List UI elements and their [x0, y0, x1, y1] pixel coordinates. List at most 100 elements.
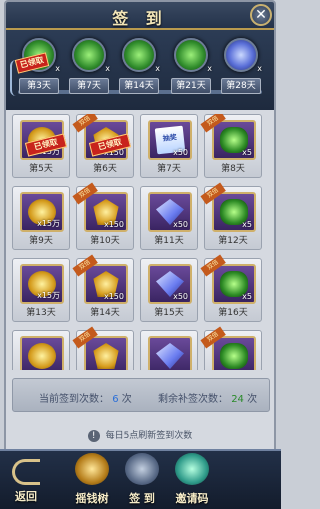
sign-in-icon: [125, 453, 159, 485]
reward-cell[interactable]: x50 第11天: [140, 186, 198, 250]
gold-coins-icon: [28, 343, 56, 369]
reward-slot: x150: [84, 264, 128, 304]
reward-slot: 抽奖 x50: [148, 120, 192, 160]
reward-cell[interactable]: 双倍: [72, 326, 134, 370]
reward-day: 第15天: [154, 308, 184, 318]
reward-day: 第7天: [157, 164, 181, 174]
tab-invite-code[interactable]: 邀请码: [162, 453, 222, 509]
milestone-count: x: [55, 64, 60, 73]
reward-qty: x50: [173, 220, 188, 229]
reward-slot: x5: [212, 264, 256, 304]
reward-cell[interactable]: x5 双倍 第12天: [200, 182, 262, 250]
current-count-value: 6: [112, 394, 119, 405]
reward-slot: x15万: [20, 192, 64, 232]
reward-cell[interactable]: x5 双倍 第16天: [200, 254, 262, 322]
back-button[interactable]: 返回: [4, 455, 48, 507]
milestone-gem-icon: [174, 38, 208, 72]
reward-qty: x15万: [37, 219, 60, 228]
milestone-day: 第3天: [19, 78, 59, 94]
reward-day: 第8天: [221, 164, 245, 174]
reward-cell[interactable]: x5 双倍 第8天: [200, 114, 262, 178]
milestone-count: x: [257, 64, 262, 73]
reward-slot: x50: [148, 264, 192, 304]
refresh-tip-text: 每日5点刷新签到次数: [105, 431, 193, 441]
reward-qty: x150: [103, 220, 124, 229]
milestone-day: 第28天: [221, 78, 261, 94]
panel-title: 签 到: [112, 9, 168, 28]
refresh-tip: ! 每日5点刷新签到次数: [6, 428, 274, 442]
invite-code-icon: [175, 453, 209, 485]
reward-slot: [20, 336, 64, 370]
milestone-count: x: [207, 64, 212, 73]
current-count-label: 当前签到次数：: [39, 394, 109, 405]
reward-cell[interactable]: x50 第15天: [140, 258, 198, 322]
reward-qty: x5: [242, 148, 252, 157]
reward-cell[interactable]: x15万第9天: [12, 186, 70, 250]
milestone-track: x 第3天 已领取 x 第7天 x 第14天 x 第21天 x 第28天: [6, 30, 274, 110]
sign-in-panel: 签 到 ✕ x第3天已领取x第7天x第14天x第21天x第28天 x15万已领取…: [4, 0, 276, 509]
milestone-reward[interactable]: x 第7天: [68, 34, 110, 100]
milestone-count: x: [155, 64, 160, 73]
reward-day: 第6天: [93, 164, 117, 174]
reward-slot: x50: [148, 192, 192, 232]
reward-slot: x15万已领取: [20, 120, 68, 160]
info-icon: !: [87, 430, 100, 442]
sign-in-stats: 当前签到次数： 6 次 剩余补签次数： 24 次: [12, 378, 270, 412]
reward-day: 第12天: [218, 236, 248, 246]
reward-cell[interactable]: x150 双倍 第14天: [72, 254, 134, 322]
reward-cell[interactable]: [140, 330, 198, 370]
reward-qty: x5: [242, 220, 252, 229]
reward-qty: x50: [173, 148, 188, 157]
milestone-reward[interactable]: x 第3天 已领取: [14, 34, 60, 100]
reward-slot: x150: [84, 192, 128, 232]
milestone-gem-icon: [224, 38, 258, 72]
current-count: 当前签到次数： 6 次: [39, 390, 132, 405]
reward-day: 第13天: [26, 308, 56, 318]
reward-qty: x5: [242, 292, 252, 301]
reward-slot: x5: [212, 120, 256, 160]
money-tree-icon: [75, 453, 109, 485]
reward-cell[interactable]: [12, 330, 70, 370]
remaining-count-value: 24: [231, 394, 244, 405]
title-bar: 签 到 ✕: [6, 2, 274, 30]
reward-slot: [212, 336, 256, 370]
milestone-day: 第7天: [69, 78, 109, 94]
diamond-icon: [156, 343, 184, 369]
reward-day: 第5天: [29, 164, 53, 174]
back-label: 返回: [15, 490, 37, 503]
gold-ore-icon: [93, 343, 119, 369]
reward-day: 第10天: [90, 236, 120, 246]
reward-cell[interactable]: x15万第13天: [12, 258, 70, 322]
bottom-nav: 返回 摇钱树 签 到 邀请码: [0, 449, 281, 509]
reward-qty: x150: [103, 292, 124, 301]
reward-slot: x150 已领取: [84, 120, 132, 160]
reward-day: 第11天: [154, 236, 184, 246]
card-text: 抽奖: [162, 133, 178, 143]
milestone-day: 第21天: [171, 78, 211, 94]
reward-cell[interactable]: 双倍: [200, 326, 262, 370]
reward-cell[interactable]: x150 双倍 第10天: [72, 182, 134, 250]
reward-cell[interactable]: 抽奖 x50 第7天: [140, 114, 198, 178]
milestone-reward[interactable]: x 第28天: [220, 34, 262, 100]
milestone-day: 第14天: [119, 78, 159, 94]
milestone-reward[interactable]: x 第14天: [118, 34, 160, 100]
tab-invite-code-label: 邀请码: [175, 492, 209, 505]
reward-cell[interactable]: x15万已领取第5天: [12, 114, 70, 178]
reward-day: 第16天: [218, 308, 248, 318]
reward-slot: [148, 336, 192, 370]
milestone-gem-icon: [72, 38, 106, 72]
reward-slot: x5: [212, 192, 256, 232]
reward-day: 第9天: [29, 236, 53, 246]
remaining-count: 剩余补签次数： 24 次: [158, 390, 257, 405]
reward-cell[interactable]: x150 已领取 双倍 第6天: [72, 114, 134, 178]
reward-day: 第14天: [90, 308, 120, 318]
reward-grid: x15万已领取第5天x150已领取双倍第6天抽奖x50第7天x5双倍第8天x15…: [12, 114, 270, 370]
reward-qty: x50: [173, 292, 188, 301]
milestone-reward[interactable]: x 第21天: [170, 34, 212, 100]
reward-slot: x15万: [20, 264, 64, 304]
milestone-gem-icon: [122, 38, 156, 72]
remaining-count-label: 剩余补签次数：: [158, 394, 228, 405]
close-button[interactable]: ✕: [250, 4, 272, 26]
milestone-count: x: [105, 64, 110, 73]
emerald-icon: [220, 343, 248, 369]
